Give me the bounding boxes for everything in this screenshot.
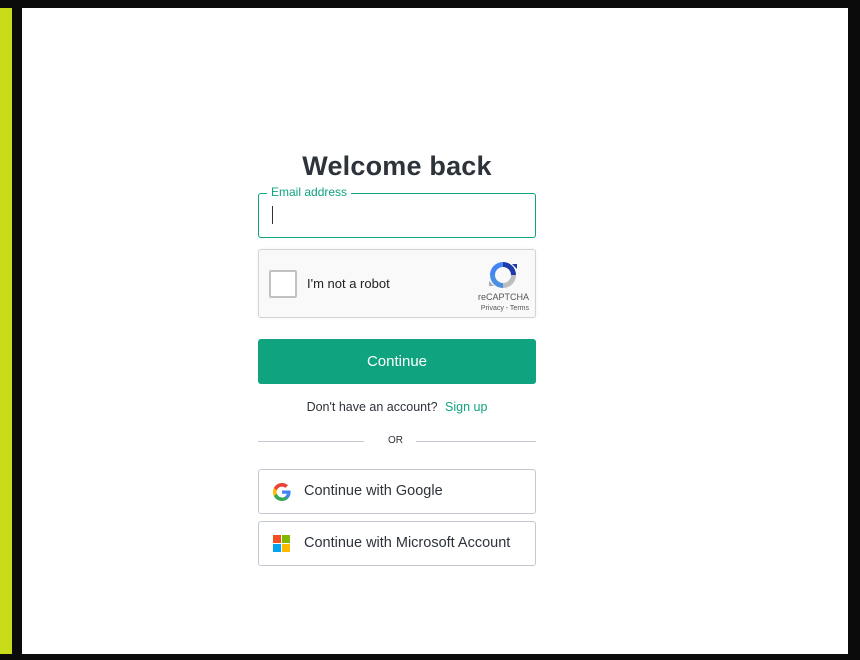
or-divider: OR xyxy=(258,435,536,447)
recaptcha-privacy-terms[interactable]: Privacy - Terms xyxy=(481,305,529,312)
google-signin-label: Continue with Google xyxy=(304,483,443,499)
microsoft-signin-button[interactable]: Continue with Microsoft Account xyxy=(258,521,536,566)
page-title: Welcome back xyxy=(302,151,492,182)
frame-bottom-border xyxy=(0,654,860,660)
google-signin-button[interactable]: Continue with Google xyxy=(258,469,536,514)
email-field-label: Email address xyxy=(267,185,352,199)
login-page: Welcome back Email address I'm not a rob… xyxy=(22,8,848,654)
signup-prompt-line: Don't have an account? Sign up xyxy=(258,400,536,414)
text-cursor xyxy=(272,206,273,224)
recaptcha-checkbox[interactable] xyxy=(269,270,297,298)
recaptcha-label: I'm not a robot xyxy=(307,276,390,291)
signup-link[interactable]: Sign up xyxy=(445,400,487,414)
email-field[interactable]: Email address xyxy=(258,185,536,238)
frame-left-border xyxy=(12,0,22,660)
continue-button[interactable]: Continue xyxy=(258,339,536,384)
google-logo-icon xyxy=(273,483,291,501)
email-input[interactable] xyxy=(269,204,521,226)
divider-line-left xyxy=(258,441,364,442)
frame-top-border xyxy=(0,0,860,8)
microsoft-signin-label: Continue with Microsoft Account xyxy=(304,535,511,551)
frame-right-border xyxy=(848,0,860,660)
recaptcha-widget: I'm not a robot reCAPTCHA Privacy - Term… xyxy=(258,249,536,318)
divider-line-right xyxy=(416,441,536,442)
signup-prompt-text: Don't have an account? xyxy=(306,400,438,414)
recaptcha-brand: reCAPTCHA xyxy=(477,292,529,302)
microsoft-logo-icon xyxy=(273,535,291,553)
recaptcha-logo-icon xyxy=(489,262,517,288)
divider-label: OR xyxy=(388,435,403,446)
